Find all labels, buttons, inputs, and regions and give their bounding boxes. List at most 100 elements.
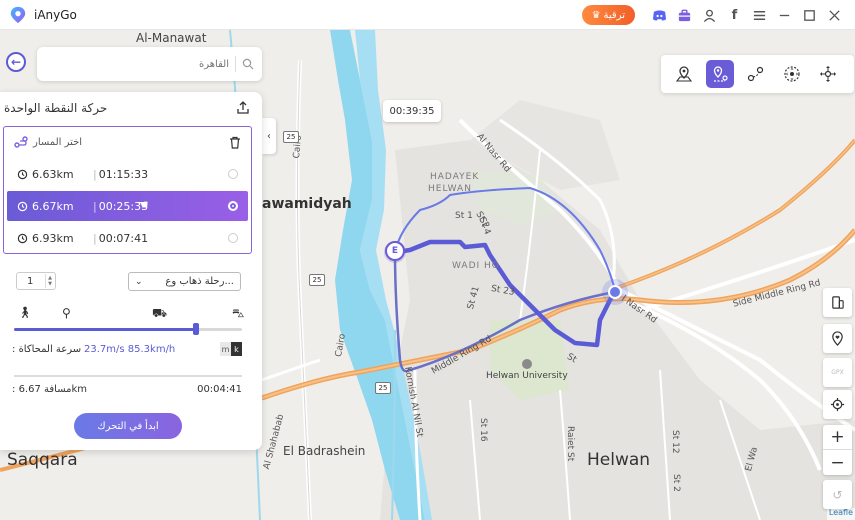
road-shield: 25: [375, 382, 391, 394]
map-label: Helwan University: [486, 371, 568, 381]
speed-row: : سرعة المحاكاة 23.7m/s 85.3km/h m k: [12, 342, 242, 358]
zoom-out-button[interactable]: −: [823, 450, 852, 475]
teleport-mode-button[interactable]: [670, 60, 698, 88]
single-spot-mode-button[interactable]: [706, 60, 734, 88]
remaining-time: 00:04:41: [197, 384, 242, 395]
unit-k-button[interactable]: k: [231, 342, 242, 356]
collapse-panel-button[interactable]: ‹: [262, 118, 276, 154]
end-marker-label: E: [391, 246, 399, 256]
map-label: HELWAN: [428, 184, 472, 194]
route-radio[interactable]: [228, 233, 238, 243]
route-panel: حركة النقطة الواحدة اختر المسار 6.63km |…: [0, 92, 262, 450]
chevron-down-icon: ⌄: [135, 276, 143, 287]
search-icon[interactable]: [242, 58, 254, 70]
route-option-selected[interactable]: 6.67km | 00:25:33 ☚: [7, 191, 248, 221]
map-label: St 12: [670, 430, 680, 454]
route-radio[interactable]: [228, 169, 238, 179]
search-bar[interactable]: [37, 47, 262, 81]
walk-icon[interactable]: 🚶︎: [18, 306, 32, 319]
route-time-icon: [17, 233, 28, 243]
road-shield: 25: [309, 274, 325, 286]
close-icon[interactable]: [822, 0, 847, 30]
trash-icon[interactable]: [229, 136, 241, 149]
map-label: awamidyah: [262, 196, 352, 212]
phone-icon: [832, 296, 844, 309]
zoom-in-button[interactable]: +: [823, 425, 852, 450]
route-option[interactable]: 6.93km | 00:07:41: [7, 223, 248, 253]
repeat-count-value: 1: [27, 275, 34, 287]
speed-slider[interactable]: [14, 323, 242, 335]
locate-me-button[interactable]: [823, 390, 852, 419]
route-distance: 6.67km: [32, 199, 74, 213]
map-label: El Badrashein: [283, 444, 366, 458]
map-attribution[interactable]: Leafle: [826, 508, 855, 520]
progress-bar: [14, 375, 242, 377]
trip-type-select[interactable]: ⌄ رحلة ذهاب وع...: [128, 272, 241, 291]
end-marker[interactable]: E: [385, 241, 405, 261]
favorite-location-button[interactable]: [823, 324, 852, 353]
crosshair-icon: [830, 397, 845, 412]
bicycle-icon[interactable]: ⚲: [62, 306, 71, 320]
speed-slider-thumb[interactable]: [193, 323, 199, 335]
menu-icon[interactable]: [747, 0, 772, 30]
map-label: Raiet St: [565, 426, 575, 462]
map-label: Al-Manawat: [136, 31, 207, 45]
reset-button[interactable]: ↺: [823, 480, 852, 509]
repeat-count-stepper[interactable]: 1 ▲ ▼: [16, 272, 56, 290]
route-option[interactable]: 6.63km | 01:15:33: [7, 159, 248, 189]
start-moving-button[interactable]: ابدأ في التحرك: [74, 413, 182, 439]
unit-toggle[interactable]: m k: [220, 342, 242, 356]
arrow-left-icon: ←: [10, 55, 22, 69]
route-time-icon: [17, 169, 28, 179]
minimize-icon[interactable]: [772, 0, 797, 30]
map-label: St 2: [671, 474, 681, 492]
multi-spot-icon: [747, 66, 764, 82]
road-shield: 25: [283, 131, 299, 143]
map-label: Saqqara: [7, 450, 78, 470]
motorbike-icon[interactable]: ⛟: [152, 306, 167, 322]
hand-cursor-icon: ☚: [137, 198, 149, 213]
route-time: 00:07:41: [98, 231, 149, 245]
back-button[interactable]: ←: [6, 52, 26, 72]
discord-icon[interactable]: [647, 0, 672, 30]
panel-header: حركة النقطة الواحدة: [0, 92, 262, 124]
jump-teleport-mode-button[interactable]: [814, 60, 842, 88]
route-distance: 6.63km: [32, 167, 74, 181]
chevron-left-icon: ‹: [267, 130, 271, 142]
heart-pin-icon: [832, 331, 843, 346]
route-time: 01:15:33: [98, 167, 149, 181]
joystick-icon: [784, 66, 800, 82]
map-label: HADAYEK: [430, 172, 480, 182]
speed-slider-fill: [14, 328, 196, 331]
route-time-icon: [17, 201, 28, 211]
route-list-header: اختر المسار: [4, 127, 251, 157]
device-switch-button[interactable]: [823, 288, 852, 317]
time-bubble: 00:39:35: [383, 100, 441, 122]
upgrade-label: ترقية: [603, 9, 625, 21]
distance-row: : مسافة 6.67km 00:04:41: [12, 384, 242, 400]
joystick-mode-button[interactable]: [778, 60, 806, 88]
gpx-import-button[interactable]: GPX: [823, 358, 852, 387]
app-title: iAnyGo: [34, 7, 77, 22]
stepper-arrows-icon[interactable]: ▲ ▼: [45, 274, 54, 288]
facebook-icon[interactable]: f: [722, 0, 747, 30]
toolbox-icon[interactable]: [672, 0, 697, 30]
route-radio[interactable]: [228, 201, 238, 211]
speed-value: 23.7m/s 85.3km/h: [84, 344, 176, 355]
map-label: St 1: [455, 211, 473, 221]
account-icon[interactable]: [697, 0, 722, 30]
route-separator: |: [93, 199, 97, 213]
zoom-controls: + −: [823, 425, 852, 475]
search-input[interactable]: [49, 58, 229, 70]
route-list-title: اختر المسار: [33, 136, 83, 148]
share-icon[interactable]: [236, 101, 250, 115]
map-label: WADI HO: [452, 261, 500, 271]
distance-label: : مسافة 6.67km: [12, 384, 88, 395]
route-separator: |: [93, 167, 97, 181]
maximize-icon[interactable]: [797, 0, 822, 30]
multi-spot-mode-button[interactable]: [742, 60, 770, 88]
car-icon[interactable]: ⛍: [232, 306, 244, 322]
upgrade-button[interactable]: ♛ ترقية: [581, 5, 635, 25]
unit-m-button[interactable]: m: [220, 342, 231, 356]
route-separator: |: [93, 231, 97, 245]
